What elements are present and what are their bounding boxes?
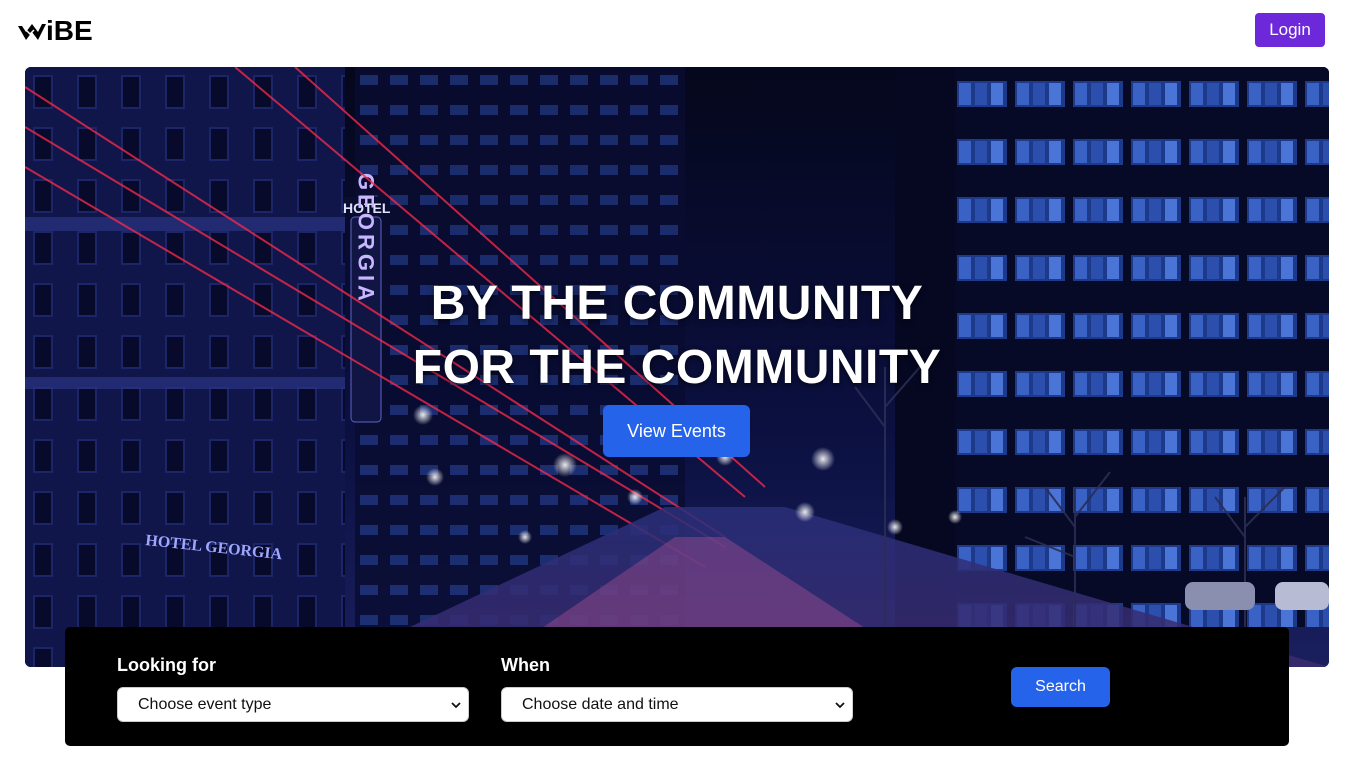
logo-text: iBE — [46, 15, 93, 46]
hero-title-line-1: BY THE COMMUNITY — [430, 277, 924, 330]
login-button[interactable]: Login — [1255, 13, 1325, 47]
event-type-select-value: Choose event type — [138, 695, 272, 713]
date-time-select[interactable]: Choose date and time — [501, 687, 853, 722]
search-button[interactable]: Search — [1011, 667, 1110, 707]
chevron-down-icon — [835, 702, 845, 709]
logo-handshake-icon — [18, 24, 46, 40]
search-panel: Looking for Choose event type When Choos… — [65, 627, 1289, 746]
hero-title: BY THE COMMUNITY FOR THE COMMUNITY — [25, 272, 1329, 400]
date-time-select-value: Choose date and time — [522, 695, 679, 713]
hero-title-line-2: FOR THE COMMUNITY — [412, 341, 942, 394]
logo[interactable]: iBE — [17, 16, 93, 46]
when-label: When — [501, 655, 550, 675]
chevron-down-icon — [451, 702, 461, 709]
hero-banner: HOTEL GEORGIA HOTEL GEORGIA BY THE COMMU… — [25, 67, 1329, 667]
view-events-button[interactable]: View Events — [603, 405, 750, 457]
event-type-select[interactable]: Choose event type — [117, 687, 469, 722]
header: iBE Login — [0, 0, 1369, 60]
looking-for-label: Looking for — [117, 655, 216, 675]
page: iBE Login HOTEL GEORGIA HOTEL GEORGIA BY… — [0, 0, 1369, 760]
